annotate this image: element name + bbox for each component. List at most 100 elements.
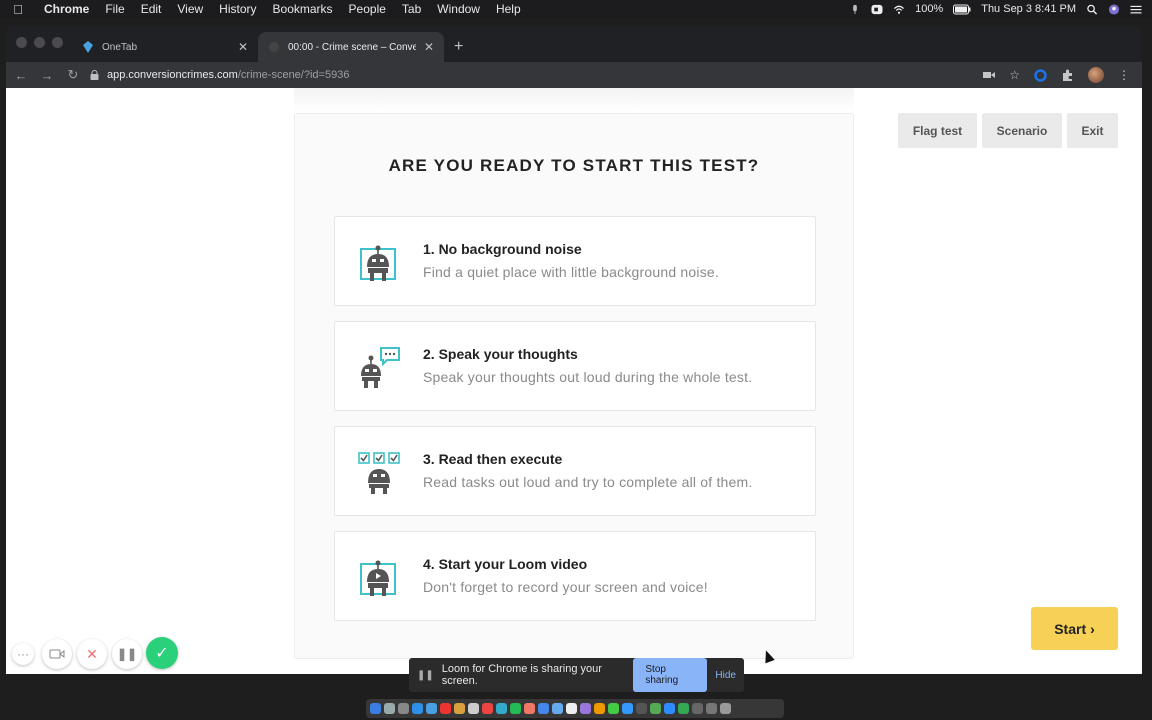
camera-off-icon <box>49 649 65 659</box>
zoom-dock-icon[interactable] <box>664 703 675 714</box>
robot-checklist-icon <box>358 452 400 494</box>
url-path: /crime-scene/?id=5936 <box>237 69 350 81</box>
forward-arrow-icon[interactable]: → <box>40 68 54 83</box>
notes-icon[interactable] <box>454 703 465 714</box>
item-description: Find a quiet place with little backgroun… <box>423 264 719 280</box>
tab-onetab[interactable]: OneTab ✕ <box>72 32 258 62</box>
menu-window[interactable]: Window <box>429 0 488 18</box>
trash-icon[interactable] <box>720 703 731 714</box>
item-description: Speak your thoughts out loud during the … <box>423 369 753 385</box>
robot-speech-icon <box>361 347 400 388</box>
apple-icon[interactable]:  <box>0 2 36 17</box>
launchpad-icon[interactable] <box>384 703 395 714</box>
loom-pause-button[interactable]: ❚❚ <box>112 639 142 669</box>
item-title: 2. Speak your thoughts <box>423 346 578 362</box>
loom-cancel-button[interactable]: ✕ <box>77 639 107 669</box>
battery-icon[interactable] <box>953 4 971 15</box>
menu-tab[interactable]: Tab <box>394 0 429 18</box>
exit-button[interactable]: Exit <box>1067 113 1118 148</box>
pages-icon[interactable] <box>594 703 605 714</box>
menubar-clock[interactable]: Thu Sep 3 8:41 PM <box>981 3 1076 15</box>
reminders-icon[interactable] <box>468 703 479 714</box>
test-ready-card: ARE YOU READY TO START THIS TEST? 1. No … <box>294 113 854 659</box>
url-host: app.conversioncrimes.com <box>107 69 238 81</box>
close-tab-icon[interactable]: ✕ <box>238 40 248 54</box>
lock-icon[interactable] <box>90 70 99 80</box>
minimize-window-button[interactable] <box>34 37 45 48</box>
messages-icon[interactable] <box>496 703 507 714</box>
address-bar[interactable]: app.conversioncrimes.com/crime-scene/?id… <box>90 62 992 88</box>
calendar-icon[interactable] <box>440 703 451 714</box>
wifi-icon[interactable] <box>893 4 905 15</box>
photos-icon[interactable] <box>482 703 493 714</box>
checklist-item-1: 1. No background noise Find a quiet plac… <box>334 216 816 306</box>
notification-center-icon[interactable] <box>1130 4 1142 15</box>
menu-help[interactable]: Help <box>488 0 529 18</box>
chrome-dock-icon[interactable] <box>650 703 661 714</box>
menu-file[interactable]: File <box>97 0 132 18</box>
macos-dock <box>366 699 784 718</box>
hide-sharing-bar-button[interactable]: Hide <box>715 670 736 681</box>
scenario-button[interactable]: Scenario <box>982 113 1062 148</box>
robot-video-icon <box>360 560 396 596</box>
music-icon[interactable] <box>524 703 535 714</box>
finder-icon[interactable] <box>370 703 381 714</box>
item-description: Don't forget to record your screen and v… <box>423 579 708 595</box>
preview-icon[interactable] <box>566 703 577 714</box>
camera-in-use-icon[interactable] <box>983 70 996 80</box>
menu-people[interactable]: People <box>341 0 394 18</box>
keynote-icon[interactable] <box>622 703 633 714</box>
microphone-icon[interactable] <box>849 4 861 15</box>
new-tab-button[interactable]: + <box>444 32 463 62</box>
toolbar-actions: ☆ ⋮ <box>983 62 1130 88</box>
stop-sharing-button[interactable]: Stop sharing <box>633 658 708 692</box>
close-tab-icon[interactable]: ✕ <box>424 40 434 54</box>
loom-camera-toggle-button[interactable] <box>42 639 72 669</box>
downloads-stack-icon[interactable] <box>706 703 717 714</box>
activity-monitor-icon[interactable] <box>692 703 703 714</box>
page-icon <box>269 42 279 52</box>
page-title: ARE YOU READY TO START THIS TEST? <box>388 156 760 175</box>
loom-finish-button[interactable]: ✓ <box>146 637 178 669</box>
loom-more-button[interactable]: ··· <box>12 643 34 665</box>
menu-app-name[interactable]: Chrome <box>36 0 97 18</box>
onetab-icon <box>83 41 93 53</box>
more-menu-icon[interactable]: ⋮ <box>1118 68 1130 82</box>
profile-avatar[interactable] <box>1088 67 1104 83</box>
bookmark-star-icon[interactable]: ☆ <box>1009 68 1020 82</box>
flag-test-button[interactable]: Flag test <box>898 113 977 148</box>
menu-bookmarks[interactable]: Bookmarks <box>265 0 341 18</box>
user-profile-icon[interactable] <box>1108 3 1120 15</box>
spotlight-search-icon[interactable] <box>1086 4 1098 15</box>
maps-icon[interactable] <box>552 703 563 714</box>
menu-view[interactable]: View <box>169 0 211 18</box>
mail-icon[interactable] <box>426 703 437 714</box>
menu-edit[interactable]: Edit <box>133 0 170 18</box>
podcasts-icon[interactable] <box>580 703 591 714</box>
facetime-icon[interactable] <box>510 703 521 714</box>
close-window-button[interactable] <box>16 37 27 48</box>
menubar-status-area: 100% Thu Sep 3 8:41 PM <box>849 0 1142 18</box>
zoom-app-icon[interactable] <box>871 4 883 15</box>
safari-icon[interactable] <box>412 703 423 714</box>
app-store-icon[interactable] <box>538 703 549 714</box>
terminal-icon[interactable] <box>636 703 647 714</box>
reload-icon[interactable]: ↻ <box>66 67 80 83</box>
tab-crime-scene[interactable]: 00:00 - Crime scene – Convers ✕ <box>258 32 444 62</box>
numbers-icon[interactable] <box>608 703 619 714</box>
tab-title: OneTab <box>102 41 138 53</box>
extension-circle-icon[interactable] <box>1034 68 1047 82</box>
back-arrow-icon[interactable]: ← <box>14 68 28 83</box>
screen-sharing-bar: ❚❚ Loom for Chrome is sharing your scree… <box>409 658 744 692</box>
start-button-label: Start <box>1054 620 1087 637</box>
maximize-window-button[interactable] <box>52 37 63 48</box>
chevron-right-icon: › <box>1090 620 1095 637</box>
system-preferences-icon[interactable] <box>398 703 409 714</box>
sharing-message: Loom for Chrome is sharing your screen. <box>441 663 602 687</box>
checklist-item-4: 4. Start your Loom video Don't forget to… <box>334 531 816 621</box>
menu-history[interactable]: History <box>211 0 264 18</box>
start-button[interactable]: Start › <box>1031 607 1118 650</box>
checklist-item-3: 3. Read then execute Read tasks out loud… <box>334 426 816 516</box>
extensions-puzzle-icon[interactable] <box>1061 69 1074 82</box>
google-chrome-icon[interactable] <box>678 703 689 714</box>
